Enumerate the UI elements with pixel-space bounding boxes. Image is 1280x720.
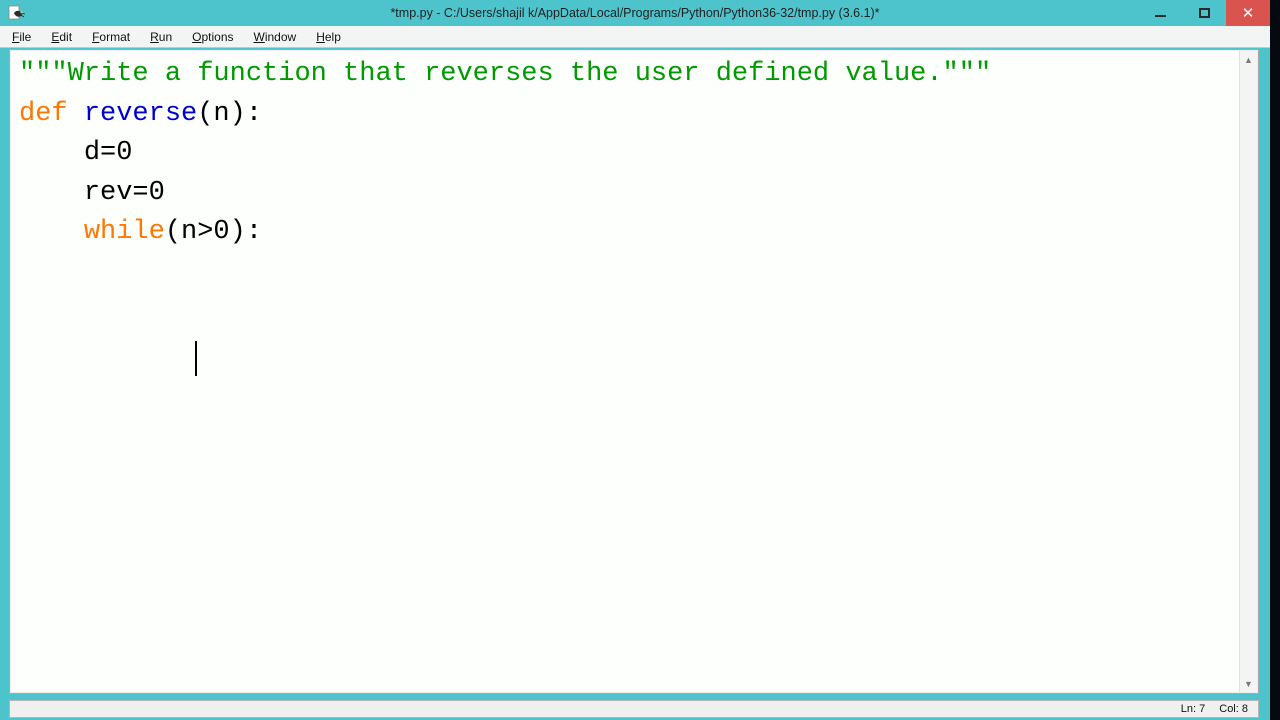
maximize-icon — [1198, 8, 1210, 18]
scroll-up-icon[interactable]: ▲ — [1240, 51, 1257, 68]
menu-accel-help: H — [316, 29, 325, 44]
menu-item-help[interactable]: Help — [316, 30, 341, 44]
menu-item-options[interactable]: Options — [192, 30, 233, 44]
editor-shell: """Write a function that reverses the us… — [5, 49, 1263, 698]
close-icon: ✕ — [1241, 4, 1255, 22]
code-token: d=0 — [19, 138, 133, 168]
menu-item-edit[interactable]: Edit — [51, 30, 72, 44]
menu-label-options: ptions — [201, 29, 234, 44]
text-caret — [195, 341, 197, 376]
maximize-button[interactable] — [1182, 0, 1226, 26]
menu-accel-run: R — [150, 29, 159, 44]
code-token: def — [19, 98, 84, 129]
menu-item-window[interactable]: Window — [254, 30, 297, 44]
menu-label-help: elp — [324, 29, 341, 44]
status-column-number: Col: 8 — [1219, 703, 1248, 715]
code-token: (n): — [197, 98, 263, 129]
vertical-scrollbar[interactable]: ▲ ▼ — [1239, 51, 1257, 692]
close-button[interactable]: ✕ — [1226, 0, 1270, 26]
scroll-down-icon[interactable]: ▼ — [1240, 675, 1257, 692]
menu-item-file[interactable]: File — [12, 30, 31, 44]
minimize-icon — [1154, 14, 1166, 17]
code-token: reverse — [83, 98, 198, 129]
menu-bar: File Edit Format Run Options Window Help — [0, 26, 1270, 48]
idle-editor-window: *tmp.py - C:/Users/shajil k/AppData/Loca… — [0, 0, 1280, 720]
menu-label-file: ile — [19, 29, 32, 44]
menu-label-edit: dit — [59, 29, 73, 44]
code-token: (n>0): — [164, 217, 263, 247]
menu-label-window: indow — [264, 29, 297, 44]
menu-label-format: ormat — [99, 29, 131, 44]
code-token: while — [83, 217, 165, 247]
code-token: rev=0 — [19, 177, 165, 208]
menu-item-format[interactable]: Format — [92, 30, 130, 44]
menu-item-run[interactable]: Run — [150, 30, 172, 44]
window-title: *tmp.py - C:/Users/shajil k/AppData/Loca… — [390, 6, 880, 20]
minimize-button[interactable] — [1138, 0, 1182, 26]
status-line-number: Ln: 7 — [1180, 703, 1206, 715]
code-editor[interactable]: """Write a function that reverses the us… — [11, 51, 1240, 692]
code-content[interactable]: """Write a function that reverses the us… — [19, 55, 1234, 292]
code-token: """Write a function that reverses the us… — [19, 59, 992, 89]
status-bar: Ln: 7 Col: 8 — [9, 700, 1259, 718]
editor-bevel: """Write a function that reverses the us… — [9, 49, 1259, 694]
menu-label-run: un — [158, 29, 173, 44]
menu-accel-window: W — [253, 29, 265, 44]
title-bar[interactable]: *tmp.py - C:/Users/shajil k/AppData/Loca… — [0, 0, 1270, 26]
